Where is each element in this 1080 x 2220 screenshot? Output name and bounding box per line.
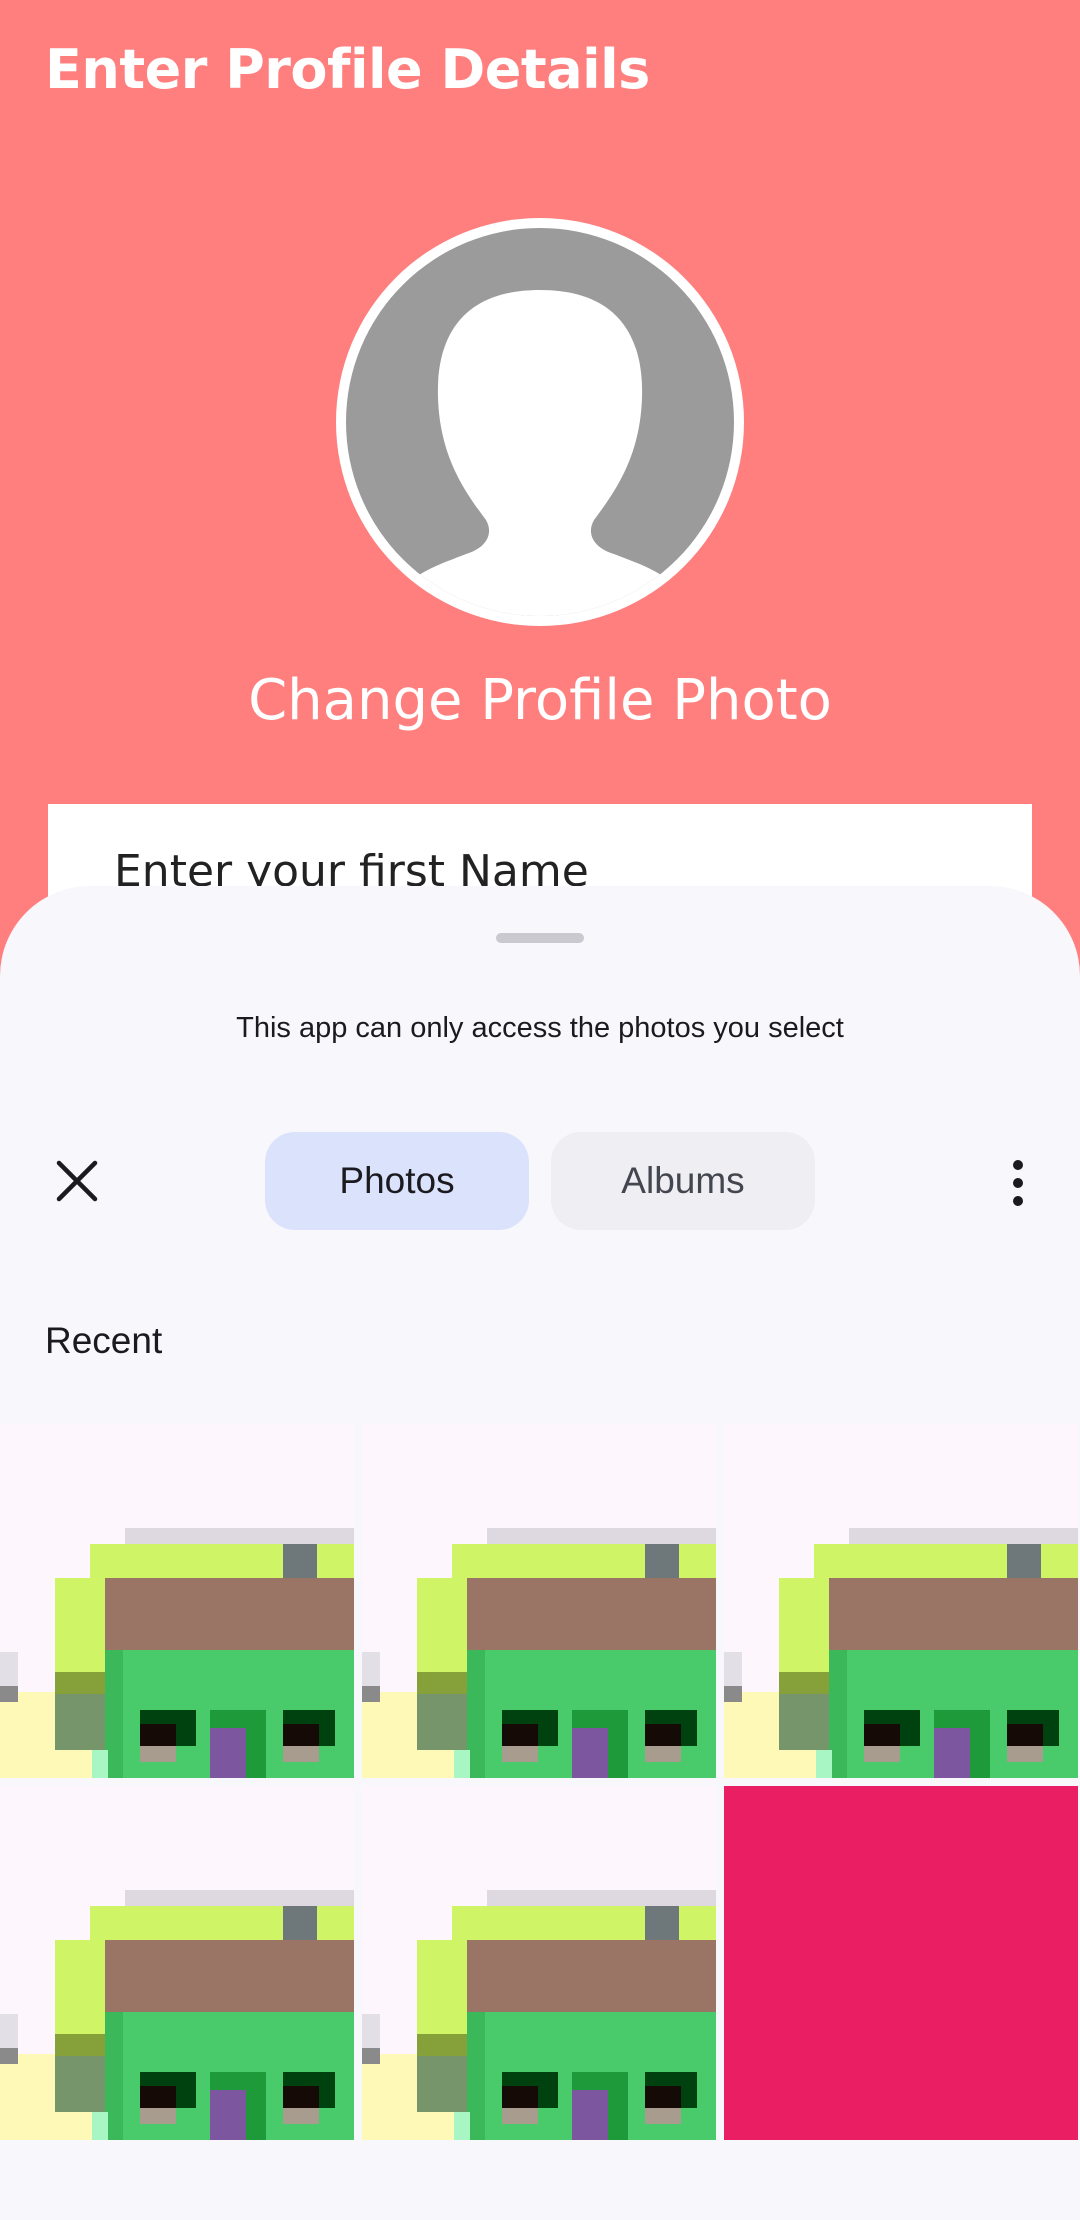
photo-thumbnail[interactable] (0, 1786, 354, 2140)
close-icon (56, 1160, 98, 1202)
house-image (362, 1424, 716, 1778)
photo-thumbnail[interactable] (362, 1786, 716, 2140)
photo-thumbnail[interactable] (362, 1424, 716, 1778)
more-options-button[interactable] (990, 1148, 1046, 1218)
change-profile-photo-button[interactable]: Change Profile Photo (0, 668, 1080, 733)
close-button[interactable] (42, 1146, 112, 1216)
page-title: Enter Profile Details (45, 38, 650, 101)
section-title-recent: Recent (45, 1320, 163, 1361)
photo-thumbnail[interactable] (724, 1424, 1078, 1778)
photo-thumbnail[interactable] (0, 1424, 354, 1778)
more-vert-icon (1013, 1160, 1023, 1170)
drag-handle[interactable] (496, 933, 584, 943)
profile-avatar[interactable] (336, 218, 744, 626)
house-image (724, 1424, 1078, 1778)
access-notice: This app can only access the photos you … (236, 1012, 844, 1044)
tab-albums[interactable]: Albums (551, 1132, 815, 1230)
tab-photos[interactable]: Photos (265, 1132, 529, 1230)
house-image (0, 1424, 354, 1778)
person-placeholder-icon (346, 228, 734, 616)
photo-thumbnail[interactable] (724, 1786, 1078, 2140)
photo-picker-sheet: This app can only access the photos you … (0, 886, 1080, 2220)
house-image (0, 1786, 354, 2140)
house-image (362, 1786, 716, 2140)
